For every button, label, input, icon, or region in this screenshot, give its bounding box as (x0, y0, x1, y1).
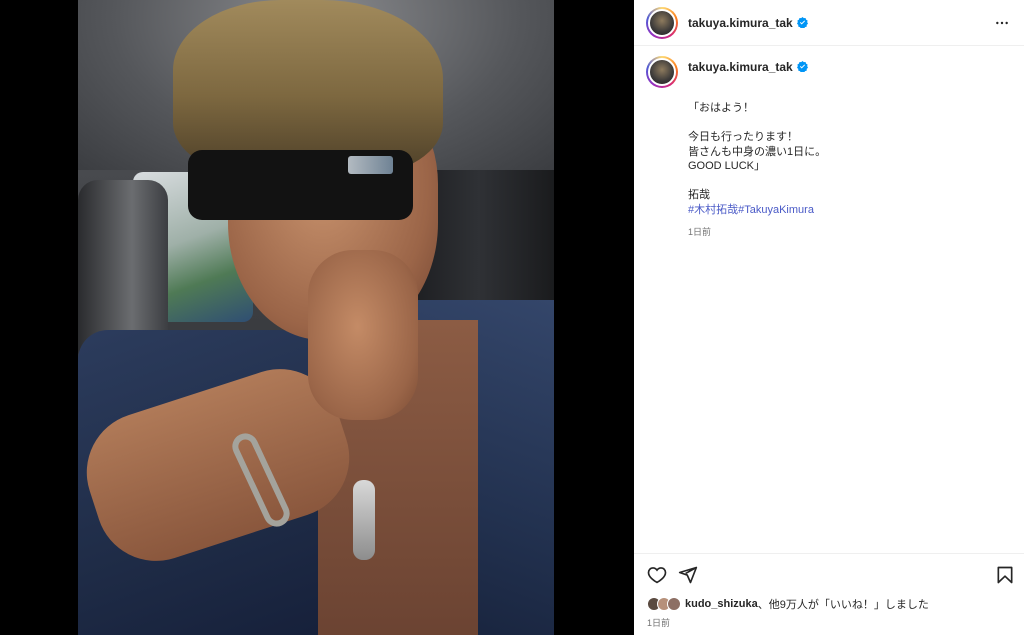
post-viewer: takuya.kimura_tak takuya.kimura_tak 「おはよ… (0, 0, 1024, 635)
more-horizontal-icon[interactable] (994, 15, 1010, 31)
send-icon[interactable] (678, 565, 698, 585)
post-timestamp: 1日前 (647, 618, 671, 628)
action-bar: kudo_shizuka 、他9万人が「いいね！」しました 1日前 (634, 553, 1024, 635)
header-username-text[interactable]: takuya.kimura_tak (688, 16, 793, 30)
liker-avatar (667, 597, 681, 611)
caption-username[interactable]: takuya.kimura_tak (688, 60, 1008, 74)
verified-badge-icon (796, 61, 808, 72)
caption-avatar[interactable] (646, 56, 678, 88)
pendant (353, 480, 375, 560)
likes-summary[interactable]: kudo_shizuka 、他9万人が「いいね！」しました (647, 596, 929, 612)
sunglasses (188, 150, 413, 220)
post-header: takuya.kimura_tak (634, 0, 1024, 46)
hair (173, 0, 443, 175)
post-side-panel: takuya.kimura_tak takuya.kimura_tak 「おはよ… (634, 0, 1024, 635)
header-username[interactable]: takuya.kimura_tak (688, 16, 808, 30)
caption-body: takuya.kimura_tak 「おはよう！ 今日も行ったります！ 皆さんも… (688, 56, 1008, 238)
hashtags: #木村拓哉#TakuyaKimura (688, 203, 1008, 217)
avatar[interactable] (646, 6, 678, 39)
heart-icon[interactable] (647, 565, 667, 585)
thumbs-up-hand (308, 250, 418, 420)
caption-username-text[interactable]: takuya.kimura_tak (688, 60, 793, 74)
hashtag-link[interactable]: #TakuyaKimura (738, 204, 814, 216)
likes-first-user[interactable]: kudo_shizuka (685, 598, 758, 610)
bookmark-icon[interactable] (995, 565, 1015, 585)
likes-rest-text: 、他9万人が「いいね！」しました (757, 599, 929, 611)
caption-text: 「おはよう！ 今日も行ったります！ 皆さんも中身の濃い1日に。 GOOD LUC… (688, 102, 827, 201)
liker-avatars (647, 597, 681, 611)
hashtag-link[interactable]: #木村拓哉 (688, 204, 738, 216)
caption-comment: takuya.kimura_tak 「おはよう！ 今日も行ったります！ 皆さんも… (634, 46, 1024, 238)
caption-timestamp[interactable]: 1日前 (688, 225, 1008, 238)
verified-badge-icon (796, 16, 808, 28)
post-photo[interactable] (78, 0, 554, 635)
